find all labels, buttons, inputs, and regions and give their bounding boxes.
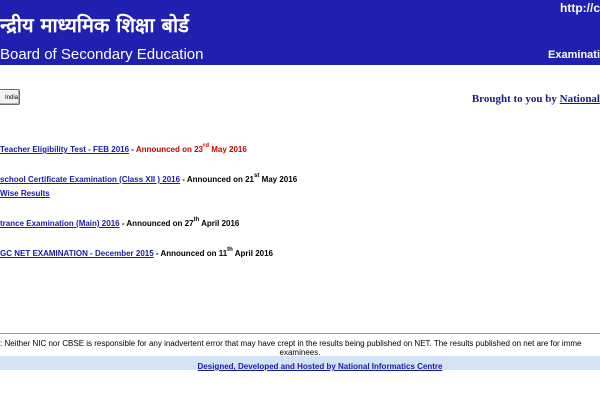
announced-suffix: April 2016 <box>232 249 273 258</box>
india-button[interactable]: India <box>0 89 20 105</box>
result-row: school Certificate Examination (Class XI… <box>0 173 298 184</box>
announced-date: Announced on 11th April 2016 <box>160 247 273 258</box>
result-link-entrance-main[interactable]: trance Examination (Main) 2016 <box>0 219 120 228</box>
brought-prefix: Brought to you by <box>471 93 560 105</box>
announced-date: Announced on 23rd May 2016 <box>135 143 247 154</box>
board-name: Board of Secondary Education <box>0 46 204 63</box>
examination-label: Examinati <box>548 49 600 61</box>
hindi-title: न्द्रीय माध्यमिक शिक्षा बोर्ड <box>0 13 189 37</box>
result-row: Teacher Eligibility Test - FEB 2016 - An… <box>0 143 247 154</box>
result-link-ugc-net[interactable]: GC NET EXAMINATION - December 2015 <box>0 249 154 258</box>
announced-prefix: Announced on 27 <box>126 219 194 228</box>
date-suffix: rd <box>203 143 210 149</box>
nic-credit-link[interactable]: Designed, Developed and Hosted by Nation… <box>198 362 443 371</box>
date-suffix: st <box>254 173 260 179</box>
footer-divider <box>0 333 600 334</box>
date-suffix: th <box>227 247 233 253</box>
announced-prefix: Announced on 21 <box>186 175 254 184</box>
announced-prefix: Announced on 23 <box>135 145 204 154</box>
result-link-class-xii[interactable]: school Certificate Examination (Class XI… <box>0 175 180 184</box>
announced-suffix: May 2016 <box>209 145 247 154</box>
header-banner: न्द्रीय माध्यमिक शिक्षा बोर्ड http://c B… <box>0 0 600 65</box>
announced-suffix: April 2016 <box>199 219 240 228</box>
result-link-ctet[interactable]: Teacher Eligibility Test - FEB 2016 <box>0 145 129 154</box>
date-suffix: th <box>193 217 200 223</box>
separator: - <box>180 175 187 184</box>
wise-results-link[interactable]: Wise Results <box>0 189 50 198</box>
announced-date: Announced on 21st May 2016 <box>186 173 298 184</box>
announced-suffix: May 2016 <box>259 175 298 184</box>
brought-to-you-text: Brought to you by National <box>472 93 600 105</box>
announced-prefix: Announced on 11 <box>160 249 228 258</box>
announced-date: Announced on 27th April 2016 <box>126 217 240 228</box>
result-row: GC NET EXAMINATION - December 2015 - Ann… <box>0 247 273 258</box>
result-row: trance Examination (Main) 2016 - Announc… <box>0 217 240 228</box>
result-row-extra: Wise Results <box>0 189 50 198</box>
disclaimer-text: : Neither NIC nor CBSE is responsible fo… <box>0 339 582 348</box>
site-url: http://c <box>560 1 600 15</box>
footer-bar: Designed, Developed and Hosted by Nation… <box>0 356 600 371</box>
separator: - <box>129 145 136 154</box>
national-link[interactable]: National <box>560 93 600 105</box>
